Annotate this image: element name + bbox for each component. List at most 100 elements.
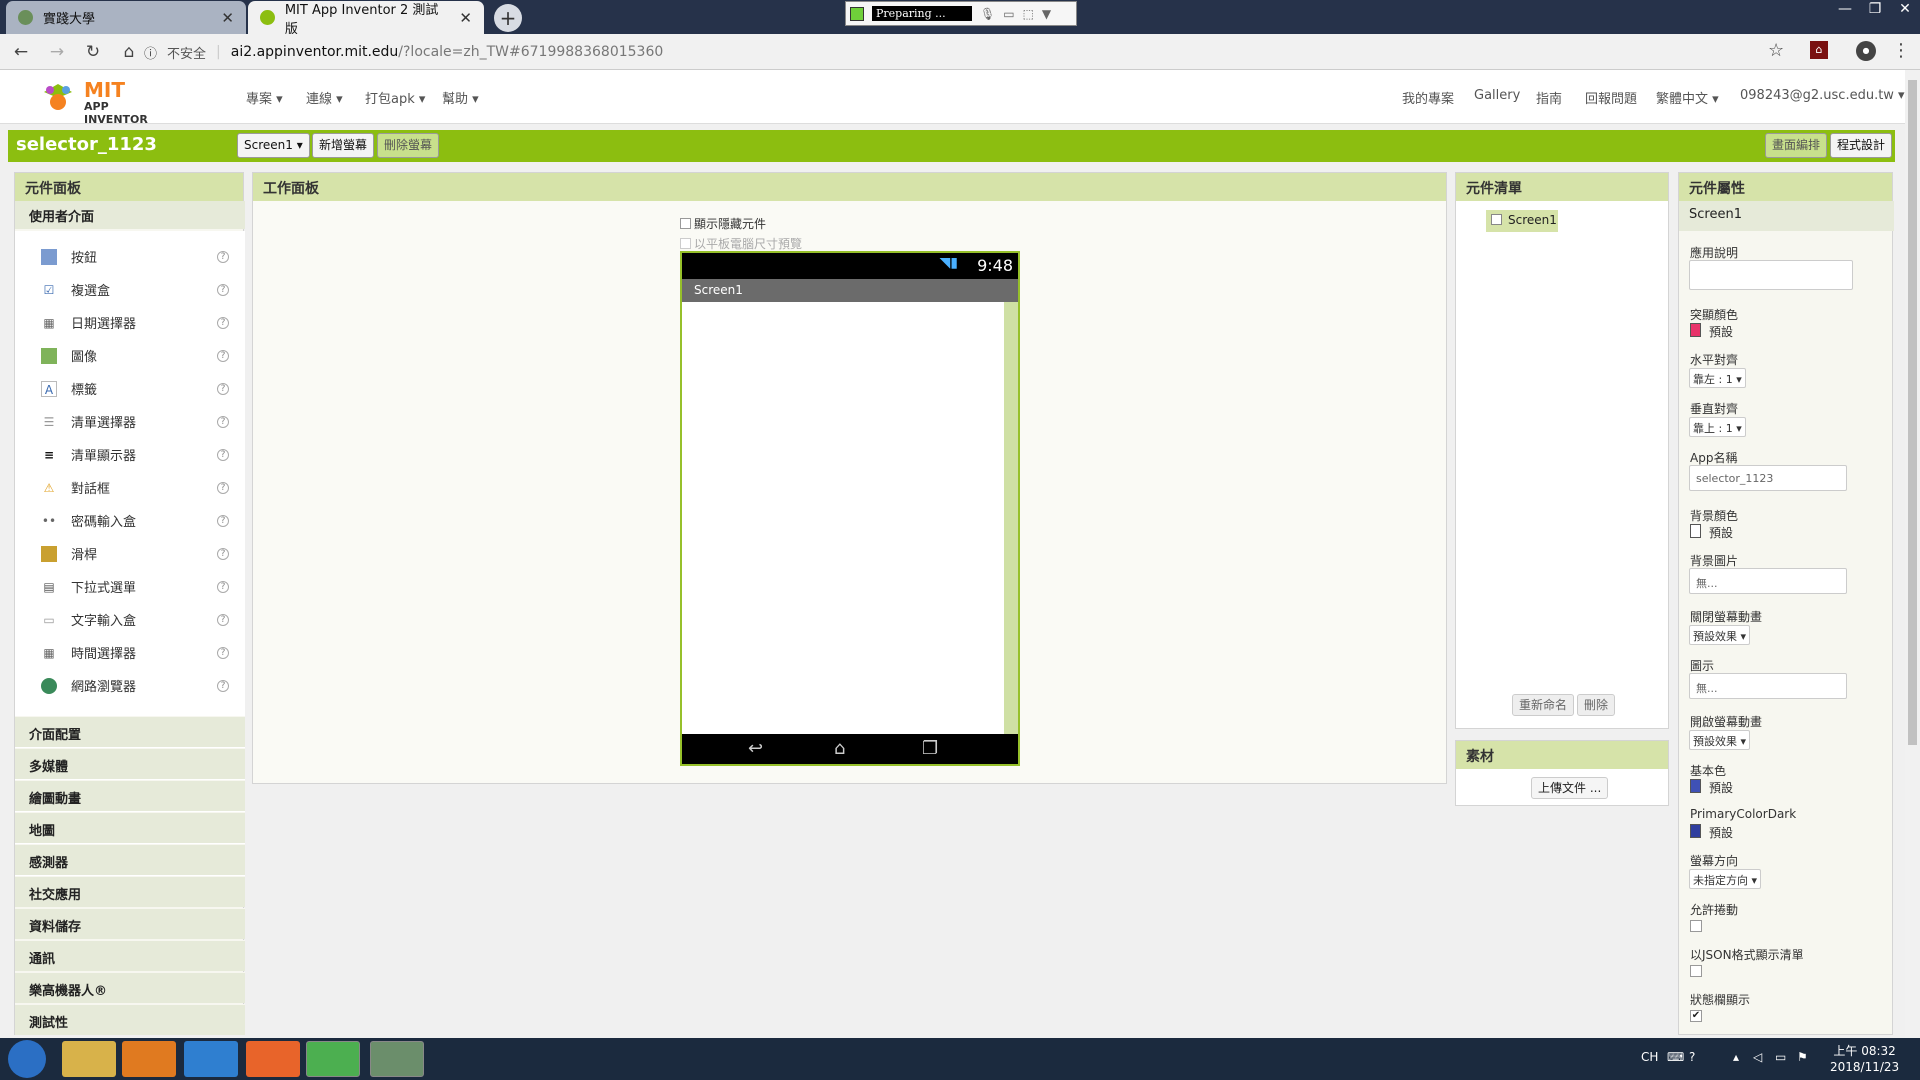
help-icon[interactable]: ? [217,547,229,560]
background-color-value[interactable]: 預設 [1709,524,1733,541]
recorder-menu-icon[interactable]: ▼ [1042,7,1051,21]
menu-connect[interactable]: 連線 ▾ [306,88,343,107]
category-layout[interactable]: 介面配置 [15,716,245,747]
palette-item-listview[interactable]: ≡ 清單顯示器? [25,438,235,471]
firefox-icon[interactable] [246,1041,300,1077]
help-icon[interactable]: ? [217,580,229,593]
palette-item-notifier[interactable]: ⚠ 對話框? [25,471,235,504]
restore-icon[interactable]: ❐ [1860,0,1890,18]
help-icon[interactable]: ? [217,514,229,527]
remove-screen-button[interactable]: 刪除螢幕 [377,133,440,158]
screen-select-dropdown[interactable]: Screen1 ▾ [237,133,310,158]
forward-icon[interactable]: → [42,42,72,62]
help-icon[interactable]: ? [217,448,229,461]
help-icon[interactable]: ? [217,283,229,296]
browser-tab-usc[interactable]: 實踐大學 ✕ [6,1,246,34]
scrollbar-thumb[interactable] [1908,80,1917,745]
volume-icon[interactable]: ◁ [1753,1050,1762,1064]
category-maps[interactable]: 地圖 [15,812,245,843]
close-tab-icon[interactable]: ✕ [221,9,234,27]
open-animation-dropdown[interactable]: 預設效果 ▾ [1689,730,1751,750]
category-connectivity[interactable]: 通訊 [15,940,245,971]
minimize-icon[interactable]: — [1830,0,1860,18]
link-gallery[interactable]: Gallery [1474,88,1520,103]
checkbox-box[interactable] [680,238,691,249]
camera-icon[interactable]: ▭ [1003,7,1014,21]
account-menu[interactable]: 098243@g2.usc.edu.tw ▾ [1740,88,1905,103]
primary-color-value[interactable]: 預設 [1709,779,1733,796]
help-icon[interactable]: ? [217,613,229,626]
tree-node-screen1[interactable]: Screen1 [1486,210,1558,232]
file-explorer-icon[interactable] [62,1041,116,1077]
input-language[interactable]: CH [1641,1050,1658,1064]
chrome-icon[interactable] [306,1041,360,1077]
palette-item-listpicker[interactable]: ☰ 清單選擇器? [25,405,235,438]
upload-file-button[interactable]: 上傳文件 ... [1531,777,1609,799]
show-hidden-icons[interactable]: ▴ [1733,1050,1739,1064]
background-color-swatch[interactable] [1690,524,1701,538]
close-window-icon[interactable]: ✕ [1890,0,1920,18]
menu-build[interactable]: 打包apk ▾ [365,88,425,107]
delete-button[interactable]: 刪除 [1577,694,1616,716]
system-clock[interactable]: 上午 08:32 2018/11/23 [1830,1043,1899,1075]
about-screen-textarea[interactable] [1689,260,1853,290]
palette-item-image[interactable]: 圖像? [25,339,235,372]
align-horizontal-dropdown[interactable]: 靠左 : 1 ▾ [1689,368,1746,388]
category-lego[interactable]: 樂高機器人® [15,972,245,1003]
show-status-bar-checkbox[interactable]: ✔ [1690,1010,1702,1022]
link-my-projects[interactable]: 我的專案 [1402,88,1454,107]
palette-item-slider[interactable]: 滑桿? [25,537,235,570]
help-icon[interactable]: ? [217,679,229,692]
palette-item-textbox[interactable]: ▭ 文字輸入盒? [25,603,235,636]
mit-app-inventor-logo[interactable]: MIT APP INVENTOR [38,76,168,126]
category-storage[interactable]: 資料儲存 [15,908,245,939]
browser-menu-icon[interactable]: ⋮ [1892,40,1910,61]
reload-icon[interactable]: ↻ [78,42,108,62]
info-icon[interactable]: ⓘ [144,43,157,62]
media-player-icon[interactable] [122,1041,176,1077]
network-icon[interactable]: ▭ [1775,1050,1786,1064]
icon-field[interactable]: 無... [1689,673,1847,699]
palette-item-button[interactable]: 按鈕? [25,240,235,273]
palette-item-webviewer[interactable]: 網路瀏覽器? [25,669,235,702]
help-icon[interactable]: ? [217,415,229,428]
android-emulator-icon[interactable] [370,1041,424,1077]
link-guide[interactable]: 指南 [1536,88,1562,107]
category-sensors[interactable]: 感測器 [15,844,245,875]
link-report-issue[interactable]: 回報問題 [1585,88,1637,107]
palette-item-datepicker[interactable]: ▦ 日期選擇器? [25,306,235,339]
home-icon[interactable]: ⌂ [114,42,144,62]
menu-project[interactable]: 專案 ▾ [246,88,283,107]
close-animation-dropdown[interactable]: 預設效果 ▾ [1689,625,1751,645]
help-icon[interactable]: ? [217,250,229,263]
scrollable-checkbox[interactable] [1690,920,1702,932]
language-menu[interactable]: 繁體中文 ▾ [1656,88,1719,107]
category-social[interactable]: 社交應用 [15,876,245,907]
category-user-interface[interactable]: 使用者介面 [15,201,245,229]
windows-start-icon[interactable] [8,1040,46,1078]
category-experimental[interactable]: 測試性 [15,1004,245,1035]
palette-item-label[interactable]: A 標籤? [25,372,235,405]
region-select-icon[interactable]: ⬚ [1023,7,1034,21]
show-hidden-checkbox[interactable]: 顯示隱藏元件 [680,215,766,232]
page-scrollbar[interactable] [1905,70,1920,1038]
category-drawing-animation[interactable]: 繪圖動畫 [15,780,245,811]
help-icon[interactable]: ? [217,382,229,395]
palette-item-passwordtextbox[interactable]: •• 密碼輸入盒? [25,504,235,537]
designer-button[interactable]: 畫面編排 [1765,133,1828,158]
palette-item-spinner[interactable]: ▤ 下拉式選單? [25,570,235,603]
blocks-button[interactable]: 程式設計 [1830,133,1893,158]
browser-tab-appinventor[interactable]: MIT App Inventor 2 測試版 ✕ [248,1,484,37]
microphone-icon[interactable]: 🎙 [980,7,995,21]
keyboard-icon[interactable]: ⌨ [1667,1050,1684,1064]
primary-color-swatch[interactable] [1690,779,1701,793]
palette-item-checkbox[interactable]: ☑ 複選盒? [25,273,235,306]
help-icon[interactable]: ? [217,481,229,494]
app-name-input[interactable]: selector_1123 [1689,465,1847,491]
align-vertical-dropdown[interactable]: 靠上 : 1 ▾ [1689,417,1746,437]
add-screen-button[interactable]: 新增螢幕 [312,133,375,158]
category-media[interactable]: 多媒體 [15,748,245,779]
back-icon[interactable]: ← [6,42,36,62]
new-tab-button[interactable]: + [494,4,522,32]
help-icon[interactable]: ? [217,316,229,329]
